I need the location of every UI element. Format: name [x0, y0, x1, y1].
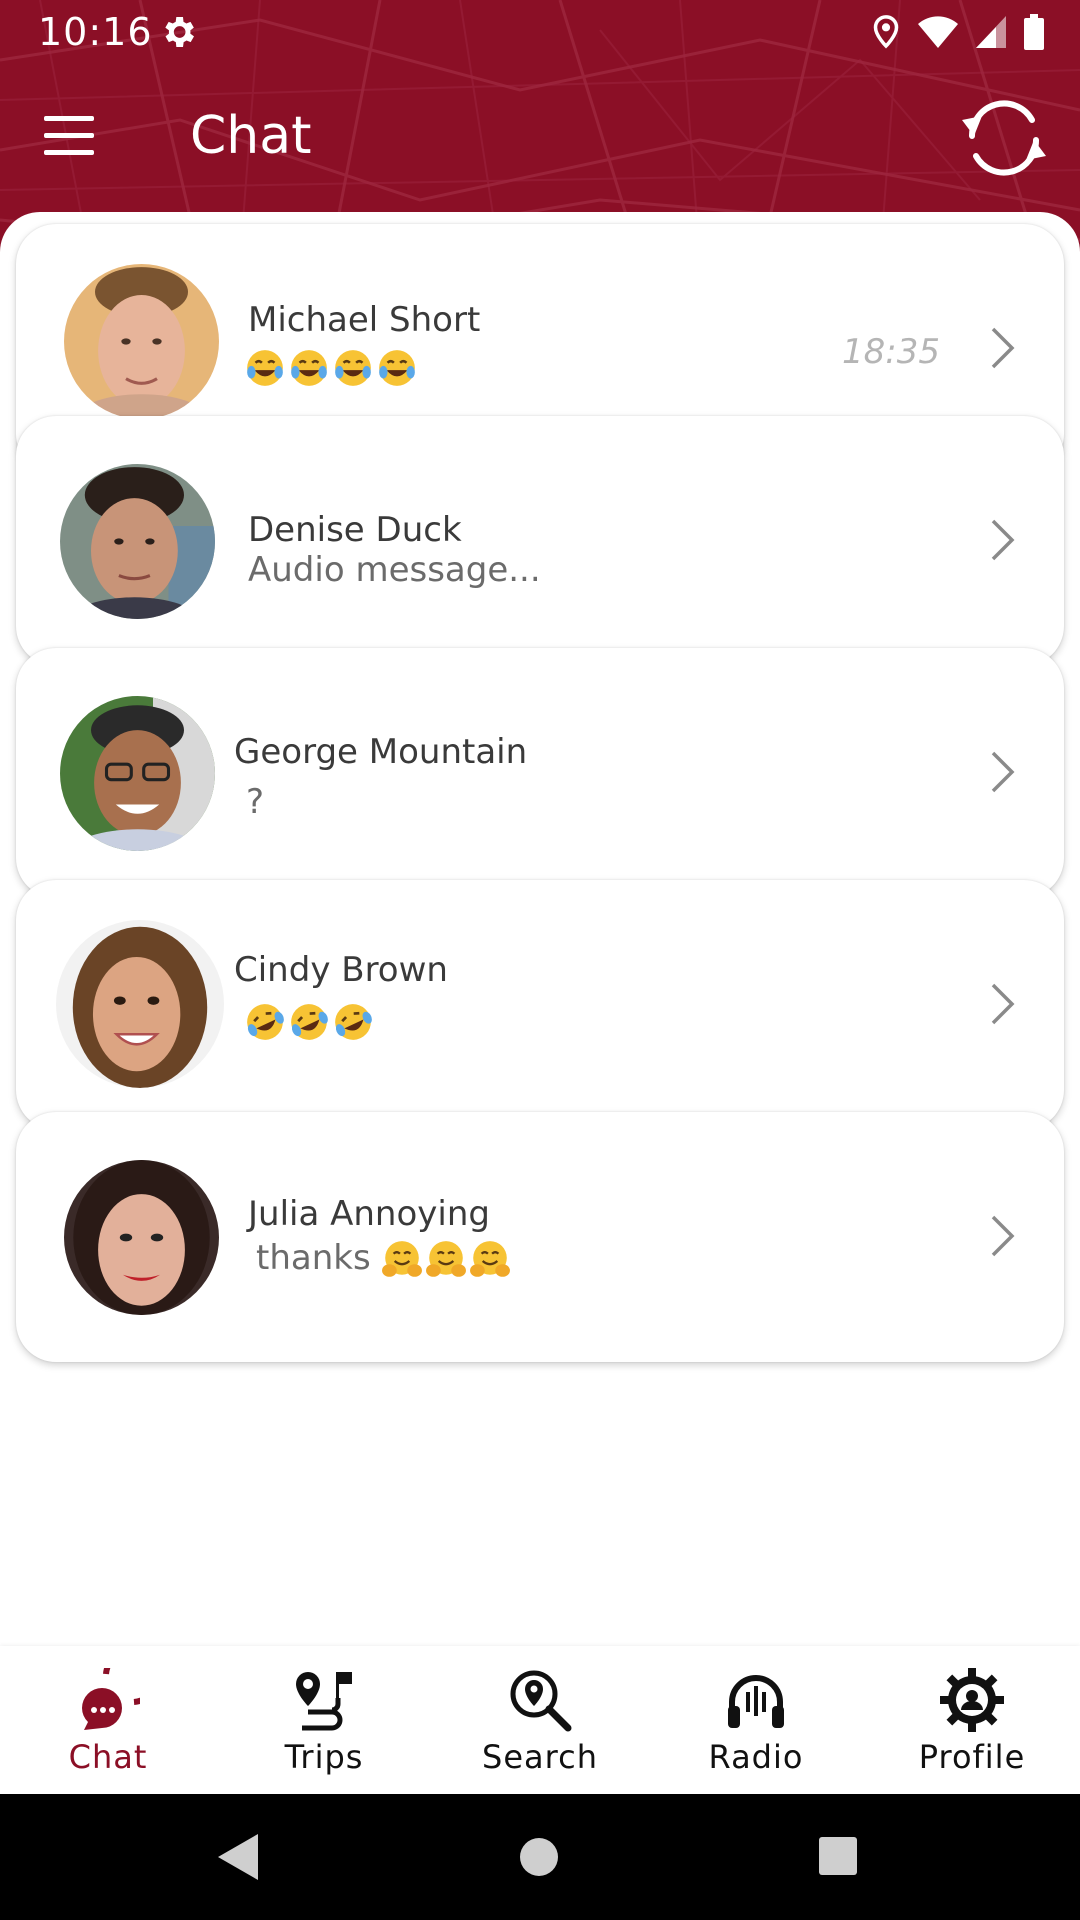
location-icon	[873, 15, 899, 49]
hugging-face-emoji-icon	[426, 1240, 467, 1277]
avatar	[64, 264, 219, 419]
bottom-nav: Chat Trips Search Radio Profile	[0, 1646, 1080, 1794]
chat-time: 18:35	[842, 332, 940, 372]
nav-label: Radio	[708, 1738, 804, 1776]
chevron-right-icon	[991, 519, 1015, 561]
settings-gear-icon	[165, 17, 194, 47]
chat-bubble-icon	[82, 1668, 140, 1730]
nav-label: Profile	[918, 1738, 1026, 1776]
chat-screen: 10:16 Chat Michael Short 18:35 Denise Du…	[0, 0, 1080, 1920]
tears-of-joy-emoji-icon	[335, 349, 371, 386]
chat-name: Cindy Brown	[234, 950, 448, 990]
avatar	[64, 1160, 219, 1315]
rolling-on-floor-laughing-emoji-icon	[247, 1003, 284, 1040]
search-pin-icon	[510, 1670, 572, 1732]
nav-profile[interactable]: Profile	[864, 1646, 1080, 1794]
nav-chat[interactable]: Chat	[0, 1646, 216, 1794]
chat-message-text: thanks	[256, 1238, 371, 1278]
chat-item-julia-annoying[interactable]: Julia Annoying thanks	[16, 1112, 1064, 1362]
tears-of-joy-emoji-icon	[291, 349, 327, 386]
status-time: 10:16	[38, 10, 153, 54]
nav-trips[interactable]: Trips	[216, 1646, 432, 1794]
chat-message: thanks	[256, 1238, 511, 1281]
nav-label: Trips	[284, 1738, 364, 1776]
emoji-row	[244, 1001, 374, 1043]
tears-of-joy-emoji-icon	[379, 349, 415, 386]
chat-name: Julia Annoying	[248, 1194, 490, 1234]
chevron-right-icon	[991, 751, 1015, 793]
rolling-on-floor-laughing-emoji-icon	[291, 1003, 328, 1040]
nav-search[interactable]: Search	[432, 1646, 648, 1794]
profile-gear-icon	[940, 1668, 1004, 1732]
nav-label: Chat	[68, 1738, 148, 1776]
emoji-row	[381, 1239, 511, 1281]
tears-of-joy-emoji-icon	[247, 349, 283, 386]
headphones-icon	[728, 1675, 784, 1728]
chat-name: Denise Duck	[248, 510, 462, 550]
nav-label: Search	[482, 1738, 598, 1776]
chevron-right-icon	[991, 1215, 1015, 1257]
system-nav-bar	[0, 1794, 1080, 1920]
chat-item-george-mountain[interactable]: George Mountain ?	[16, 648, 1064, 898]
signal-icon	[976, 16, 1006, 48]
wifi-icon	[918, 16, 958, 48]
hugging-face-emoji-icon	[470, 1240, 511, 1277]
chat-message	[244, 346, 418, 389]
chevron-right-icon	[991, 327, 1015, 369]
back-icon[interactable]	[216, 1832, 260, 1882]
chat-name: Michael Short	[248, 300, 481, 340]
chat-message: Audio message...	[248, 550, 541, 590]
avatar	[60, 464, 215, 619]
recents-icon[interactable]	[818, 1836, 858, 1876]
toolbar: Chat	[0, 80, 1080, 200]
rolling-on-floor-laughing-emoji-icon	[335, 1003, 372, 1040]
chat-name: George Mountain	[234, 732, 528, 772]
emoji-row	[244, 347, 418, 389]
battery-icon	[1024, 14, 1044, 50]
chat-item-cindy-brown[interactable]: Cindy Brown	[16, 880, 1064, 1130]
nav-radio[interactable]: Radio	[648, 1646, 864, 1794]
home-icon[interactable]	[518, 1836, 560, 1878]
chat-message: ?	[246, 782, 265, 822]
chat-message	[244, 1000, 374, 1043]
avatar	[56, 920, 224, 1088]
status-bar: 10:16	[0, 0, 1080, 64]
avatar	[60, 696, 215, 851]
refresh-icon[interactable]	[956, 90, 1052, 186]
chat-list: Michael Short 18:35 Denise Duck Audio me…	[0, 212, 1080, 1646]
route-pin-icon	[296, 1672, 352, 1731]
hugging-face-emoji-icon	[382, 1240, 423, 1277]
status-icons	[872, 12, 1044, 52]
page-title: Chat	[190, 106, 312, 166]
chevron-right-icon	[991, 983, 1015, 1025]
chat-item-denise-duck[interactable]: Denise Duck Audio message...	[16, 416, 1064, 666]
menu-icon[interactable]	[44, 116, 100, 160]
